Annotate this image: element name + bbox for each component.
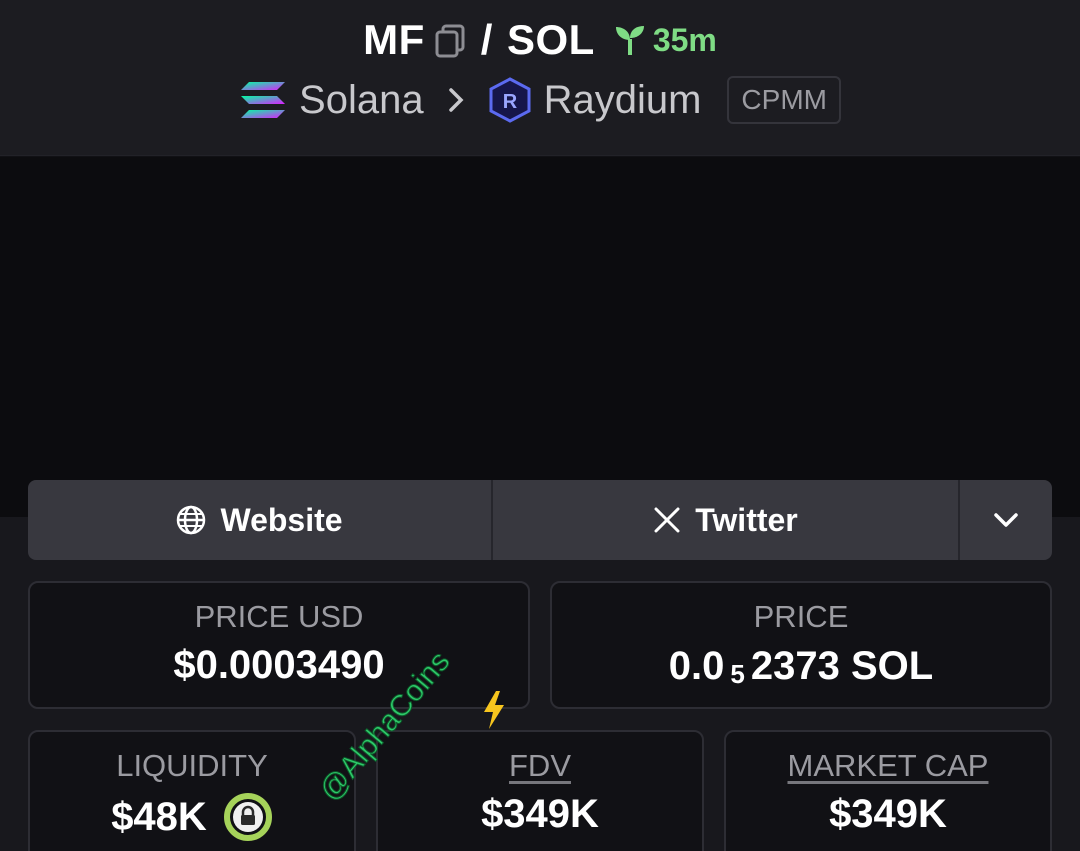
- dex-name[interactable]: Raydium: [544, 78, 702, 123]
- liquidity-card: LIQUIDITY $48K: [28, 730, 356, 851]
- price-prefix: 0.0: [668, 644, 725, 688]
- pair-header: MF / SOL 35m Solana R Raydium CPMM: [0, 0, 1080, 156]
- more-links-dropdown[interactable]: [960, 480, 1052, 560]
- price-usd-value: $0.0003490: [173, 643, 385, 687]
- liquidity-value: $48K: [111, 794, 207, 839]
- base-token-symbol: MF: [363, 16, 425, 63]
- seedling-icon: [615, 26, 644, 55]
- pool-type-badge: CPMM: [727, 76, 841, 124]
- svg-text:R: R: [502, 91, 517, 113]
- pair-separator: /: [480, 16, 493, 63]
- pair-age: 35m: [613, 22, 717, 59]
- twitter-button[interactable]: Twitter: [493, 480, 960, 560]
- price-usd-card: PRICE USD $0.0003490: [28, 581, 530, 709]
- chain-name[interactable]: Solana: [299, 78, 424, 123]
- website-label: Website: [220, 501, 343, 538]
- globe-icon: [177, 505, 206, 535]
- price-usd-label: PRICE USD: [194, 599, 364, 634]
- liquidity-label: LIQUIDITY: [116, 748, 268, 783]
- chevron-right-icon: [448, 88, 464, 112]
- price-sol-card: PRICE 0.0 5 2373 SOL: [550, 581, 1052, 709]
- raydium-icon: R: [489, 77, 531, 123]
- breadcrumb: Solana R Raydium CPMM: [0, 76, 1080, 124]
- price-zero-count: 5: [730, 659, 745, 689]
- pair-title: MF / SOL 35m: [0, 16, 1080, 64]
- market-cap-card: MARKET CAP $349K: [724, 730, 1052, 851]
- chevron-down-icon: [994, 513, 1018, 527]
- age-text: 35m: [652, 21, 717, 58]
- price-digits: 2373 SOL: [750, 644, 934, 688]
- x-icon: [654, 507, 680, 533]
- lock-icon[interactable]: [223, 792, 273, 842]
- website-button[interactable]: Website: [28, 480, 493, 560]
- copy-icon[interactable]: [433, 22, 467, 58]
- liquidity-value-row: $48K: [111, 792, 273, 842]
- twitter-label: Twitter: [695, 501, 798, 538]
- chart-area: [0, 157, 1080, 517]
- quote-token-symbol: SOL: [506, 16, 595, 63]
- fdv-label[interactable]: FDV: [509, 748, 571, 784]
- fdv-card: FDV $349K: [376, 730, 704, 851]
- fdv-value: $349K: [481, 792, 599, 836]
- price-label: PRICE: [753, 599, 849, 634]
- solana-icon: [241, 82, 286, 118]
- links-bar: Website Twitter: [28, 480, 1052, 560]
- market-cap-value: $349K: [829, 792, 947, 836]
- price-sol-value: 0.0 5 2373 SOL: [669, 643, 933, 690]
- market-cap-label[interactable]: MARKET CAP: [788, 748, 989, 784]
